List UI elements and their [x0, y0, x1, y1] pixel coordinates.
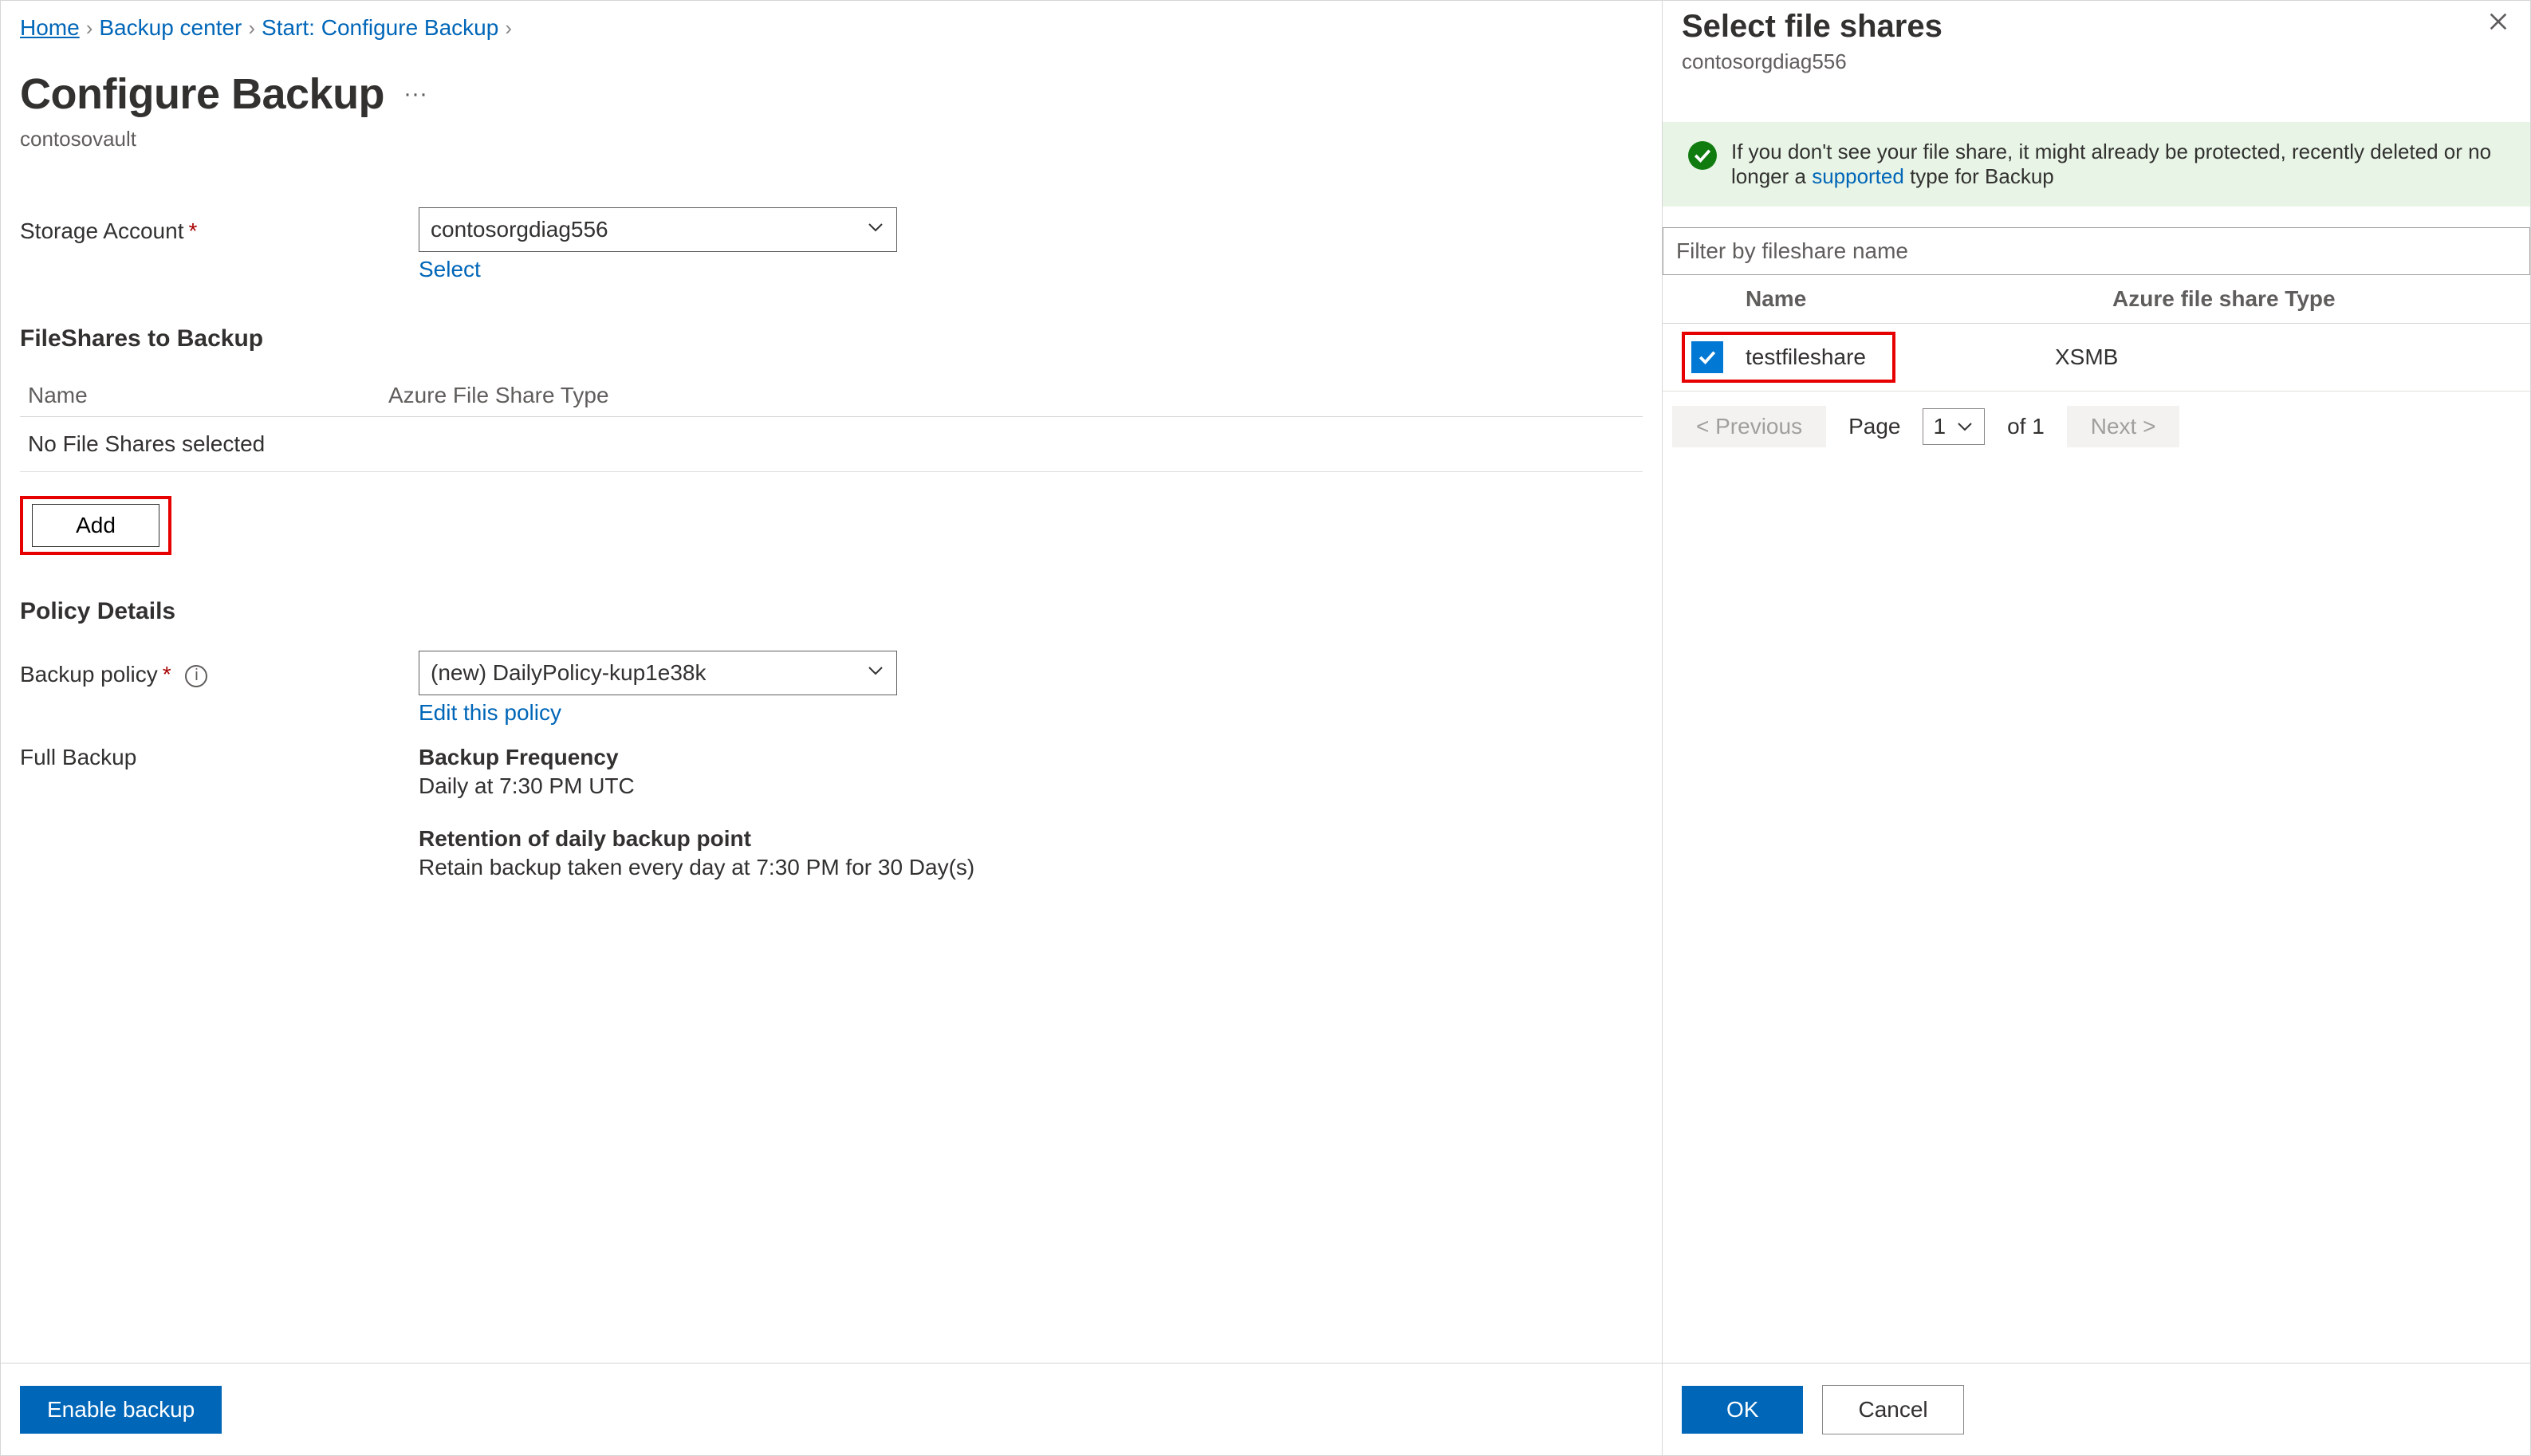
side-panel: Select file shares contosorgdiag556 If y…	[1663, 1, 2530, 1455]
side-footer: OK Cancel	[1663, 1363, 2530, 1455]
chevron-right-icon: ›	[248, 16, 255, 41]
main-pane: Home › Backup center › Start: Configure …	[1, 1, 1663, 1455]
side-panel-title: Select file shares	[1682, 9, 1943, 45]
fileshare-row[interactable]: testfileshare XSMB	[1663, 324, 2530, 392]
breadcrumb-backup-center[interactable]: Backup center	[99, 15, 242, 41]
supported-link[interactable]: supported	[1812, 164, 1904, 188]
next-button[interactable]: Next >	[2067, 406, 2180, 447]
side-col-name: Name	[1746, 286, 2112, 312]
previous-button[interactable]: < Previous	[1672, 406, 1826, 447]
page-value: 1	[1933, 414, 1946, 439]
chevron-down-icon	[866, 660, 885, 686]
cancel-button[interactable]: Cancel	[1822, 1385, 1963, 1434]
breadcrumb: Home › Backup center › Start: Configure …	[20, 15, 1643, 47]
breadcrumb-start-configure-backup[interactable]: Start: Configure Backup	[262, 15, 498, 41]
chevron-down-icon	[1955, 417, 1974, 436]
fileshares-heading: FileShares to Backup	[20, 325, 1643, 352]
backup-policy-label: Backup policy	[20, 662, 158, 687]
backup-frequency-title: Backup Frequency	[419, 745, 1643, 770]
fileshare-row-highlight: testfileshare	[1682, 332, 1895, 383]
retention-text: Retain backup taken every day at 7:30 PM…	[419, 855, 1643, 880]
checkbox-checked[interactable]	[1691, 341, 1723, 373]
side-panel-subtitle: contosorgdiag556	[1682, 49, 1943, 74]
fileshare-row-name: testfileshare	[1746, 344, 1866, 370]
fileshares-col-type: Azure File Share Type	[388, 383, 609, 408]
pager: < Previous Page 1 of 1 Next >	[1663, 392, 2530, 462]
info-banner: If you don't see your file share, it mig…	[1663, 122, 2530, 207]
edit-policy-link[interactable]: Edit this policy	[419, 700, 561, 726]
page-select[interactable]: 1	[1923, 408, 1985, 445]
backup-policy-value: (new) DailyPolicy-kup1e38k	[431, 660, 706, 686]
storage-account-value: contosorgdiag556	[431, 217, 608, 242]
fileshare-row-type: XSMB	[2055, 344, 2118, 370]
filter-fileshare-input[interactable]	[1663, 227, 2530, 275]
page-subtitle: contosovault	[20, 127, 1643, 152]
fileshares-table: Name Azure File Share Type No File Share…	[20, 375, 1643, 472]
add-button[interactable]: Add	[32, 504, 159, 547]
main-footer: Enable backup	[1, 1363, 1662, 1455]
retention-title: Retention of daily backup point	[419, 826, 1643, 852]
chevron-right-icon: ›	[86, 16, 93, 41]
more-actions-button[interactable]: ···	[399, 81, 432, 108]
required-icon: *	[163, 662, 171, 687]
add-button-highlight: Add	[20, 496, 171, 555]
policy-details-heading: Policy Details	[20, 598, 1643, 625]
fileshares-col-name: Name	[28, 383, 388, 408]
page-title: Configure Backup	[20, 69, 384, 119]
backup-policy-dropdown[interactable]: (new) DailyPolicy-kup1e38k	[419, 651, 897, 695]
enable-backup-button[interactable]: Enable backup	[20, 1386, 222, 1434]
storage-account-select-link[interactable]: Select	[419, 257, 481, 282]
backup-frequency-text: Daily at 7:30 PM UTC	[419, 773, 1643, 799]
fileshares-empty-message: No File Shares selected	[20, 417, 1643, 472]
side-col-type: Azure file share Type	[2112, 286, 2336, 312]
storage-account-dropdown[interactable]: contosorgdiag556	[419, 207, 897, 252]
breadcrumb-home[interactable]: Home	[20, 15, 80, 41]
page-label: Page	[1848, 414, 1900, 439]
full-backup-label: Full Backup	[20, 745, 419, 880]
close-icon[interactable]	[2486, 9, 2511, 39]
storage-account-label: Storage Account	[20, 218, 183, 243]
info-banner-text: If you don't see your file share, it mig…	[1731, 140, 2513, 189]
success-check-icon	[1688, 141, 1717, 170]
ok-button[interactable]: OK	[1682, 1386, 1803, 1434]
chevron-down-icon	[866, 217, 885, 242]
info-icon[interactable]: i	[185, 665, 207, 687]
chevron-right-icon: ›	[505, 16, 512, 41]
required-icon: *	[188, 218, 197, 243]
page-of: of 1	[2007, 414, 2045, 439]
